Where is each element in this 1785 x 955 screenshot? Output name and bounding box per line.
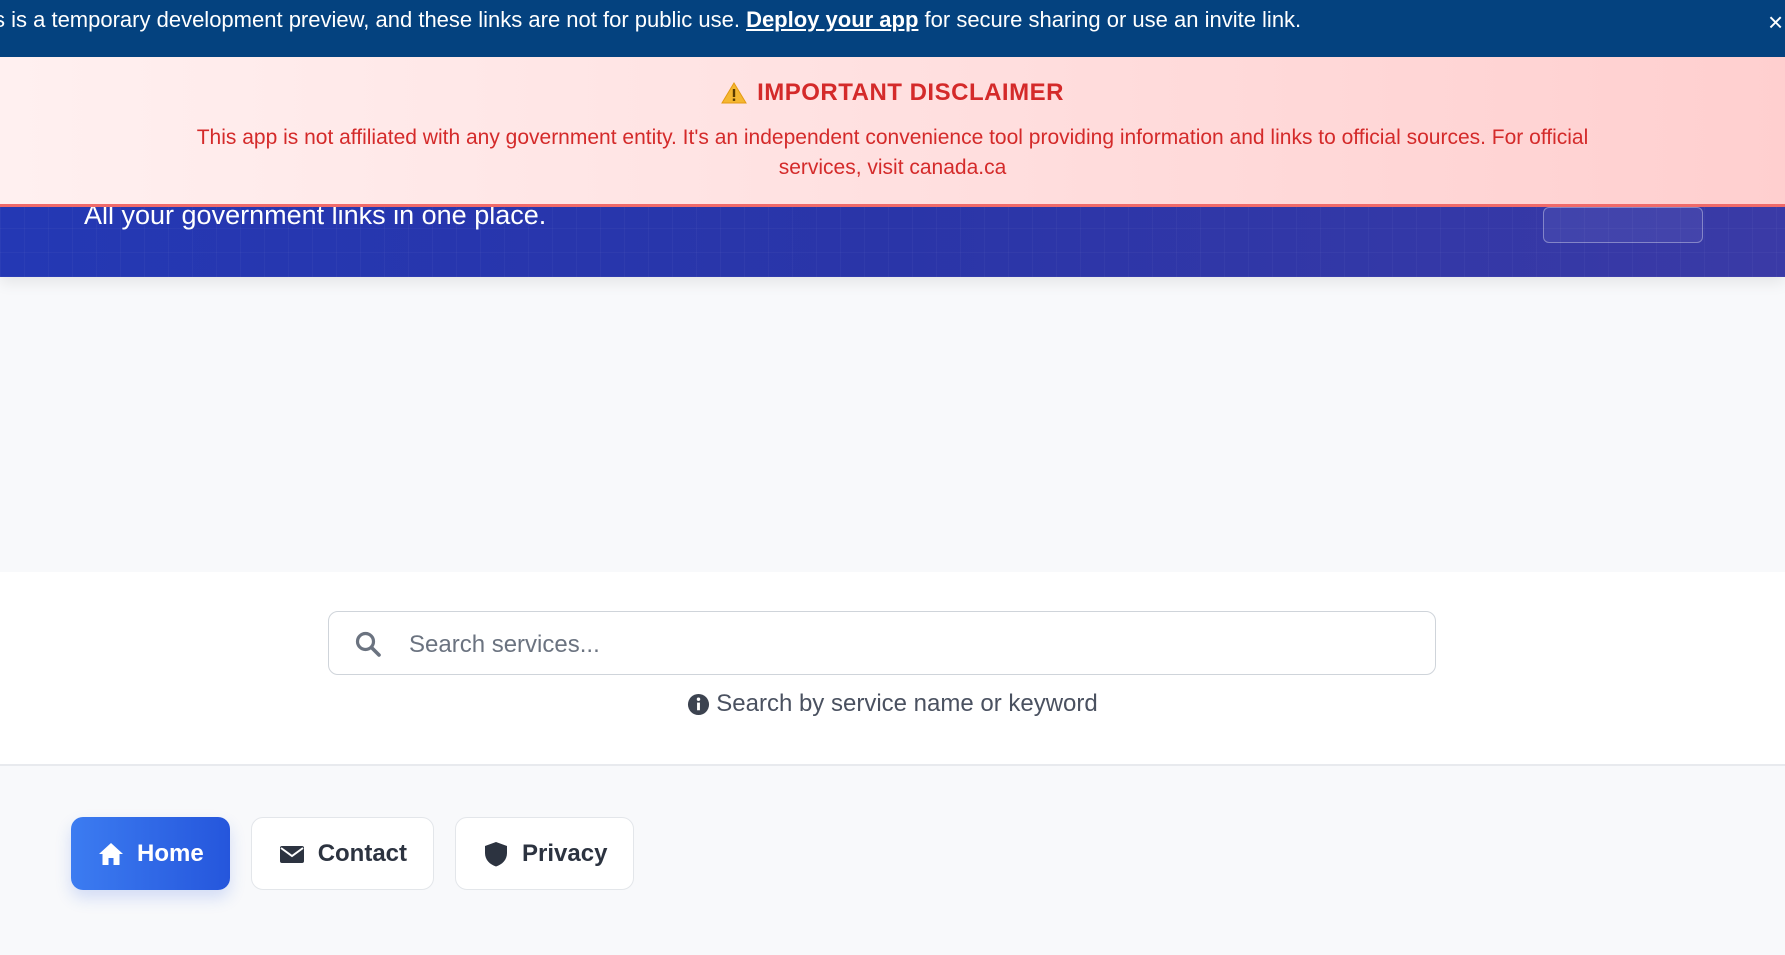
search-section: Search by service name or keyword <box>0 572 1785 766</box>
contact-button[interactable]: Contact <box>250 817 435 890</box>
disclaimer-heading: IMPORTANT DISCLAIMER <box>0 79 1785 107</box>
deploy-app-link[interactable]: Deploy your app <box>746 7 918 32</box>
disclaimer-body: This app is not affiliated with any gove… <box>196 126 1589 179</box>
privacy-label: Privacy <box>522 839 608 867</box>
shield-icon <box>485 841 508 866</box>
home-icon <box>99 842 123 865</box>
preview-banner: s is a temporary development preview, an… <box>0 0 1785 57</box>
close-icon[interactable]: × <box>1768 8 1785 36</box>
search-box[interactable] <box>328 611 1436 675</box>
search-input[interactable] <box>407 624 1411 666</box>
info-icon <box>688 693 710 715</box>
warning-icon <box>721 82 747 104</box>
privacy-button[interactable]: Privacy <box>455 817 635 890</box>
disclaimer-title: IMPORTANT DISCLAIMER <box>757 79 1064 106</box>
home-label: Home <box>137 839 204 867</box>
preview-text-before: s is a temporary development preview, an… <box>0 7 747 32</box>
search-hint: Search by service name or keyword <box>0 690 1785 718</box>
envelope-icon <box>279 845 304 863</box>
hero-action-button[interactable] <box>1543 207 1703 243</box>
contact-label: Contact <box>317 839 408 867</box>
home-button[interactable]: Home <box>71 817 230 890</box>
disclaimer-banner: IMPORTANT DISCLAIMER This app is not aff… <box>0 57 1785 207</box>
search-icon <box>355 631 381 657</box>
bottom-nav: Home Contact Privacy <box>71 817 635 890</box>
preview-banner-text: s is a temporary development preview, an… <box>0 7 1301 33</box>
search-hint-text: Search by service name or keyword <box>716 690 1098 717</box>
preview-text-after: for secure sharing or use an invite link… <box>918 7 1302 32</box>
